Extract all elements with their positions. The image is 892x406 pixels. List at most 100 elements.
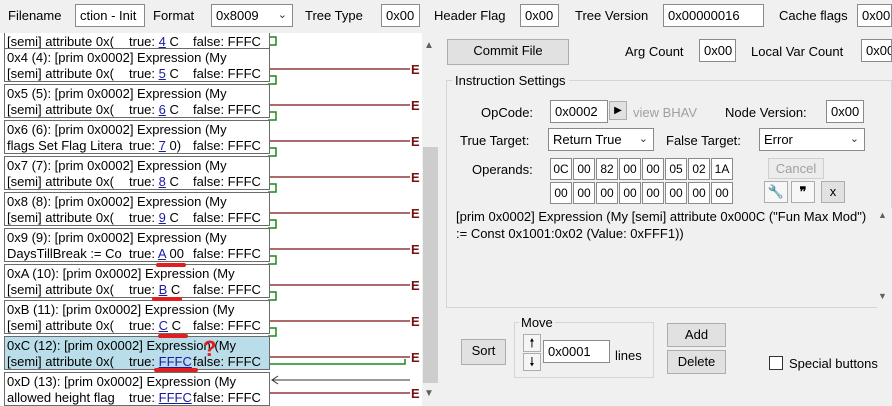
operand-cell[interactable]: 00 bbox=[688, 182, 710, 204]
graph-node[interactable]: 0x4 (4): [prim 0x0002] Expression (My [se… bbox=[4, 48, 270, 82]
node-version-field[interactable]: 0x00 bbox=[826, 100, 864, 123]
filename-field[interactable]: ction - Init bbox=[75, 4, 145, 27]
operand-cell[interactable]: 00 bbox=[619, 182, 641, 204]
annotation-underline bbox=[152, 297, 182, 301]
error-target-marker: E bbox=[411, 242, 420, 257]
tools-icon[interactable]: 🔧 bbox=[764, 181, 788, 203]
tree-version-field[interactable]: 0x00000016 bbox=[663, 4, 764, 27]
operand-cell[interactable]: 00 bbox=[550, 182, 572, 204]
tree-type-field[interactable]: 0x00 bbox=[381, 4, 420, 27]
true-target-link[interactable]: FFFC bbox=[159, 354, 192, 369]
node-text-line1: 0x7 (7): [prim 0x0002] Expression (My bbox=[7, 158, 227, 173]
cache-flags-field[interactable]: 0x00 bbox=[857, 4, 892, 27]
node-text-line2: [semi] attribute 0x( bbox=[7, 282, 114, 297]
graph-node[interactable]: 0xC (12): [prim 0x0002] Expression (My [s… bbox=[4, 336, 270, 370]
scroll-down-icon[interactable]: ▼ bbox=[878, 291, 887, 301]
true-target-link[interactable]: 4 bbox=[159, 34, 166, 49]
move-title: Move bbox=[519, 315, 555, 330]
view-bhav-link[interactable]: view BHAV bbox=[633, 105, 697, 120]
opcode-field[interactable]: 0x0002 bbox=[550, 100, 608, 123]
operand-cell[interactable]: 00 bbox=[596, 182, 618, 204]
true-target-link[interactable]: 8 bbox=[159, 174, 166, 189]
operands-label: Operands: bbox=[472, 162, 533, 177]
operand-cell[interactable]: 05 bbox=[665, 158, 687, 180]
true-target-link[interactable]: 9 bbox=[159, 210, 166, 225]
opcode-label: OpCode: bbox=[481, 105, 534, 120]
error-target-marker: E bbox=[411, 98, 420, 113]
node-true-target: true: FFFC bbox=[129, 390, 192, 405]
scroll-down-icon[interactable]: ▼ bbox=[424, 388, 434, 399]
operand-cell[interactable]: 00 bbox=[642, 182, 664, 204]
graph-node[interactable]: 0xB (11): [prim 0x0002] Expression (My [s… bbox=[4, 300, 270, 334]
false-target-select[interactable]: Error ⌄ bbox=[759, 128, 865, 151]
commit-file-button[interactable]: Commit File bbox=[447, 39, 569, 65]
operand-cell[interactable]: 02 bbox=[688, 158, 710, 180]
graph-node[interactable]: 0xA (10): [prim 0x0002] Expression (My [s… bbox=[4, 264, 270, 298]
node-text-line1: 0x4 (4): [prim 0x0002] Expression (My bbox=[7, 50, 227, 65]
operand-cell[interactable]: 00 bbox=[665, 182, 687, 204]
sort-button[interactable]: Sort bbox=[461, 339, 506, 365]
lines-label: lines bbox=[615, 348, 642, 363]
format-select[interactable]: 0x8009 ⌄ bbox=[211, 4, 293, 27]
node-false-target: false: FFFC bbox=[193, 282, 261, 297]
true-target-label: True Target: bbox=[460, 133, 530, 148]
scroll-up-icon[interactable]: ▲ bbox=[424, 40, 434, 51]
header-flag-field[interactable]: 0x00 bbox=[520, 4, 559, 27]
node-true-target: true: 8 C bbox=[129, 174, 179, 189]
error-target-marker: E bbox=[411, 314, 420, 329]
annotation-underline bbox=[154, 368, 198, 372]
operand-cell[interactable]: 1A bbox=[711, 158, 733, 180]
node-false-target: false: FFFC bbox=[193, 34, 261, 49]
true-target-link[interactable]: A bbox=[158, 246, 166, 261]
true-target-link[interactable]: C bbox=[159, 318, 168, 333]
operand-cell[interactable]: 0C bbox=[550, 158, 572, 180]
true-target-select[interactable]: Return True ⌄ bbox=[548, 128, 654, 151]
move-up-icon[interactable]: 🠕 bbox=[523, 334, 541, 352]
node-version-label: Node Version: bbox=[725, 105, 807, 120]
error-target-marker: E bbox=[411, 278, 420, 293]
node-true-target: true: 7 0) bbox=[129, 138, 182, 153]
play-icon[interactable]: ▶ bbox=[609, 101, 627, 120]
operand-cell[interactable]: 00 bbox=[711, 182, 733, 204]
true-target-link[interactable]: B bbox=[159, 282, 168, 297]
node-text-line1: 0x5 (5): [prim 0x0002] Expression (My bbox=[7, 86, 227, 101]
quote-icon[interactable]: ❞ bbox=[791, 181, 815, 203]
move-down-icon[interactable]: 🠗 bbox=[523, 353, 541, 371]
operand-cell[interactable]: 00 bbox=[642, 158, 664, 180]
graph-node[interactable]: 0x9 (9): [prim 0x0002] Expression (My Day… bbox=[4, 228, 270, 262]
graph-node[interactable]: 0x7 (7): [prim 0x0002] Expression (My [se… bbox=[4, 156, 270, 190]
error-target-marker: E bbox=[411, 350, 420, 365]
filename-label: Filename bbox=[8, 8, 62, 23]
cache-flags-label: Cache flags bbox=[779, 8, 848, 23]
add-button[interactable]: Add bbox=[667, 323, 726, 347]
operand-cell[interactable]: 00 bbox=[573, 182, 595, 204]
false-target-value: Error bbox=[764, 132, 793, 147]
node-text-line2: [semi] attribute 0x( bbox=[7, 318, 114, 333]
move-lines-field[interactable]: 0x0001 bbox=[543, 340, 610, 363]
delete-button[interactable]: Delete bbox=[667, 350, 726, 374]
operand-cell[interactable]: 00 bbox=[619, 158, 641, 180]
operand-cell[interactable]: 82 bbox=[596, 158, 618, 180]
true-target-link[interactable]: 7 bbox=[159, 138, 166, 153]
special-buttons-checkbox[interactable] bbox=[769, 356, 783, 370]
incoming-connector bbox=[271, 375, 410, 385]
graph-node[interactable]: 0x8 (8): [prim 0x0002] Expression (My [se… bbox=[4, 192, 270, 226]
error-target-marker: E bbox=[411, 206, 420, 221]
operand-cell[interactable]: 00 bbox=[573, 158, 595, 180]
graph-node[interactable]: 0x6 (6): [prim 0x0002] Expression (My fla… bbox=[4, 120, 270, 154]
scroll-up-icon[interactable]: ▲ bbox=[878, 210, 887, 220]
graph-node[interactable]: 0x5 (5): [prim 0x0002] Expression (My [se… bbox=[4, 84, 270, 118]
cancel-button[interactable]: Cancel bbox=[768, 158, 824, 179]
true-target-link[interactable]: 6 bbox=[159, 102, 166, 117]
x-button[interactable]: x bbox=[821, 181, 845, 203]
true-target-link[interactable]: 5 bbox=[159, 66, 166, 81]
true-target-link[interactable]: FFFC bbox=[159, 390, 192, 405]
node-text-line1: 0xD (13): [prim 0x0002] Expression (My bbox=[7, 374, 237, 389]
scrollbar-thumb[interactable] bbox=[423, 147, 438, 383]
node-text-line2: [semi] attribute 0x( bbox=[7, 174, 114, 189]
instruction-graph[interactable]: [semi] attribute 0x( true: 4 C false: FF… bbox=[0, 33, 422, 406]
true-connector bbox=[270, 359, 406, 365]
local-var-count-field[interactable]: 0x00 bbox=[861, 39, 892, 62]
graph-node[interactable]: 0xD (13): [prim 0x0002] Expression (My al… bbox=[4, 372, 270, 406]
arg-count-field[interactable]: 0x00 bbox=[699, 39, 736, 62]
